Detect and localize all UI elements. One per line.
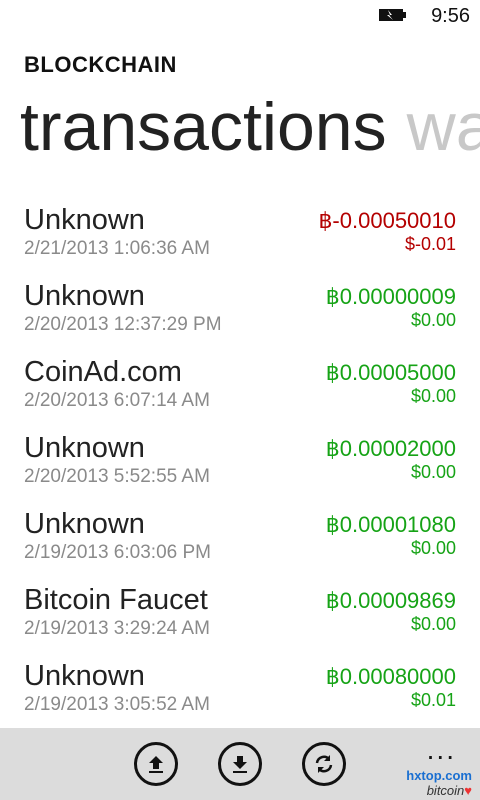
transaction-row[interactable]: Unknown 2/20/2013 12:37:29 PM ฿0.0000000… <box>0 276 480 352</box>
clock: 9:56 <box>431 5 470 27</box>
transaction-date: 2/20/2013 5:52:55 AM <box>24 466 210 487</box>
transaction-btc-amount: ฿0.00002000 <box>325 436 456 461</box>
transaction-usd-amount: $0.00 <box>410 462 456 482</box>
transaction-date: 2/19/2013 3:29:24 AM <box>24 618 210 639</box>
transaction-name: Unknown <box>24 204 145 236</box>
transaction-date: 2/21/2013 1:06:36 AM <box>24 238 210 259</box>
send-button[interactable] <box>134 742 178 786</box>
pivot-item-transactions[interactable]: transactions <box>20 89 387 165</box>
transaction-row[interactable]: Unknown 2/21/2013 1:06:36 AM ฿-0.0005001… <box>0 200 480 276</box>
transaction-usd-amount: $0.00 <box>410 614 456 634</box>
transaction-name: Unknown <box>24 660 145 692</box>
transaction-date: 2/19/2013 3:05:52 AM <box>24 694 210 715</box>
transaction-row[interactable]: CoinAd.com 2/20/2013 6:07:14 AM ฿0.00005… <box>0 352 480 428</box>
transaction-usd-amount: $0.00 <box>410 386 456 406</box>
transaction-btc-amount: ฿0.00005000 <box>325 360 456 385</box>
receive-icon <box>233 756 247 773</box>
heart-icon: ♥ <box>464 783 472 798</box>
transaction-usd-amount: $0.00 <box>410 310 456 330</box>
refresh-icon <box>315 755 333 773</box>
transaction-btc-amount: ฿-0.00050010 <box>318 208 456 233</box>
watermark: hxtop.com bitcoin♥ <box>386 768 472 798</box>
transaction-name: Unknown <box>24 508 145 540</box>
transaction-row[interactable]: Unknown 2/19/2013 6:03:06 PM ฿0.00001080… <box>0 504 480 580</box>
transaction-name: Unknown <box>24 280 145 312</box>
battery-charging-icon <box>379 9 406 21</box>
pivot-header: transactions wa <box>20 88 480 166</box>
transaction-name: Bitcoin Faucet <box>24 584 208 616</box>
pivot-item-next[interactable]: wa <box>407 89 480 165</box>
watermark-word: bitcoin <box>426 783 465 798</box>
transaction-name: Unknown <box>24 432 145 464</box>
transaction-btc-amount: ฿0.00080000 <box>325 664 456 689</box>
transaction-usd-amount: $0.01 <box>410 690 456 710</box>
transaction-date: 2/20/2013 12:37:29 PM <box>24 314 222 335</box>
transaction-name: CoinAd.com <box>24 356 182 388</box>
send-icon <box>149 756 163 773</box>
transaction-btc-amount: ฿0.00001080 <box>325 512 456 537</box>
transaction-list: Unknown 2/21/2013 1:06:36 AM ฿-0.0005001… <box>0 200 480 732</box>
status-bar: 9:56 <box>0 0 480 32</box>
transaction-usd-amount: $-0.01 <box>404 234 456 254</box>
transaction-btc-amount: ฿0.00000009 <box>325 284 456 309</box>
more-options-button[interactable]: ... <box>427 734 456 766</box>
app-title: BLOCKCHAIN <box>24 52 177 77</box>
watermark-bitcoin: bitcoin♥ <box>386 783 472 798</box>
transaction-date: 2/19/2013 6:03:06 PM <box>24 542 211 563</box>
transaction-row[interactable]: Unknown 2/20/2013 5:52:55 AM ฿0.00002000… <box>0 428 480 504</box>
transaction-row[interactable]: Bitcoin Faucet 2/19/2013 3:29:24 AM ฿0.0… <box>0 580 480 656</box>
transaction-row[interactable]: Unknown 2/19/2013 3:05:52 AM ฿0.00080000… <box>0 656 480 732</box>
transaction-usd-amount: $0.00 <box>410 538 456 558</box>
watermark-site: hxtop.com <box>406 768 472 783</box>
refresh-button[interactable] <box>302 742 346 786</box>
receive-button[interactable] <box>218 742 262 786</box>
transaction-btc-amount: ฿0.00009869 <box>325 588 456 613</box>
transaction-date: 2/20/2013 6:07:14 AM <box>24 390 210 411</box>
